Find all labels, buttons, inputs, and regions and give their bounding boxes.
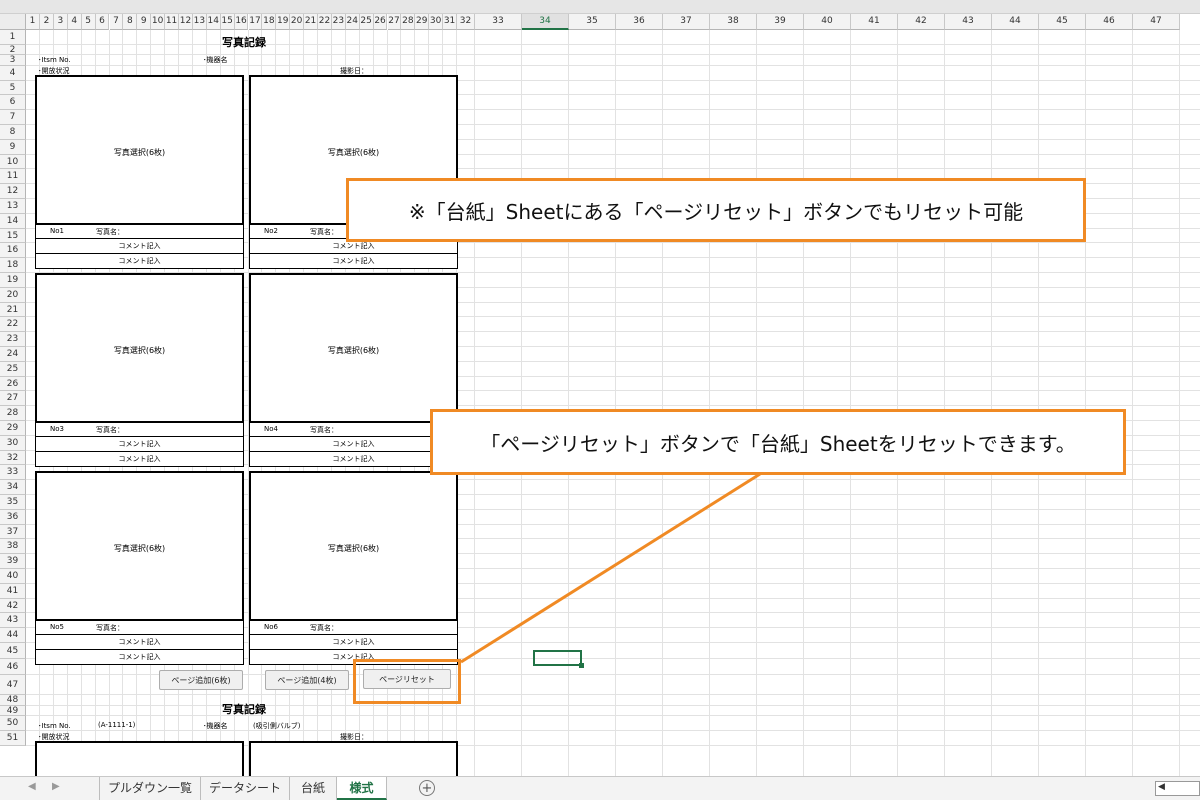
tab-data-sheet[interactable]: データシート — [201, 777, 290, 800]
sheet-tab-bar: ◀ ▶ プルダウン一覧 データシート 台紙 様式 + ◀ — [0, 776, 1200, 800]
note-callout: ※「台紙」Sheetにある「ページリセット」ボタンでもリセット可能 — [346, 178, 1086, 242]
tab-daishi[interactable]: 台紙 — [290, 777, 337, 800]
tab-yoshiki[interactable]: 様式 — [337, 777, 387, 800]
add-sheet-icon[interactable]: + — [419, 780, 435, 796]
spreadsheet-grid[interactable]: 1 2 3 4 5 6 7 8 9 10 11 12 13 14 15 16 17 18 19 20 21 22 23 24 2… — [0, 0, 1200, 776]
tab-scroll-left-icon[interactable]: ◀ — [28, 781, 36, 792]
scroll-left-icon[interactable]: ◀ — [1158, 782, 1165, 792]
connector-line — [460, 472, 761, 664]
tab-scroll-right-icon[interactable]: ▶ — [52, 781, 60, 792]
horizontal-scrollbar[interactable]: ◀ — [1155, 781, 1200, 796]
tab-pulldown-list[interactable]: プルダウン一覧 — [99, 777, 201, 800]
reset-explain-callout: 「ページリセット」ボタンで「台紙」Sheetをリセットできます。 — [430, 409, 1126, 475]
active-cell[interactable] — [533, 650, 584, 668]
